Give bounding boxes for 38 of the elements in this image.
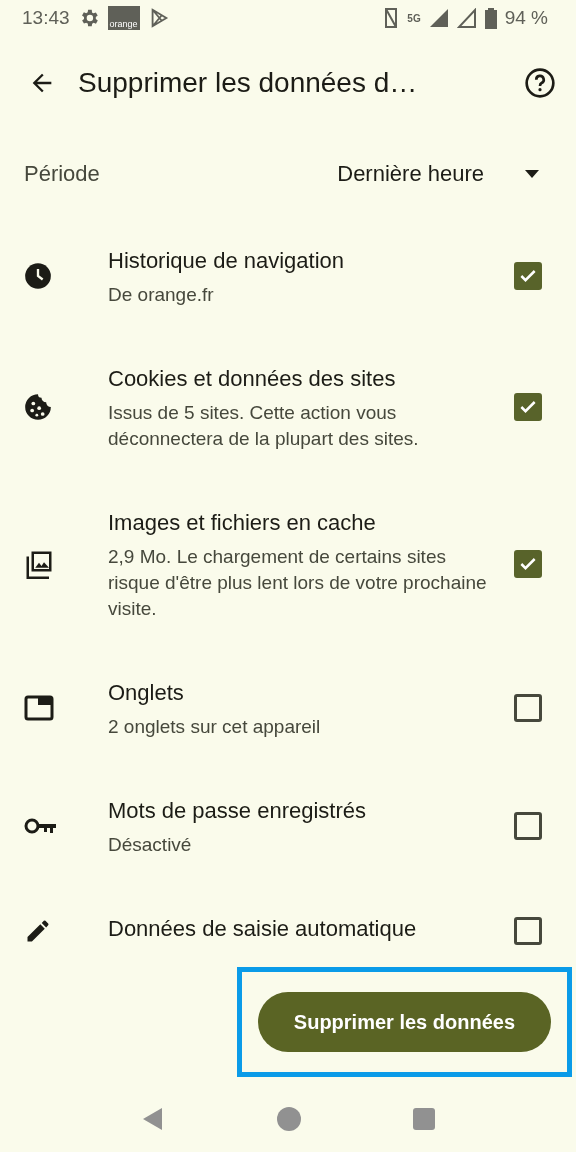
nfc-icon xyxy=(383,7,400,29)
checkbox[interactable] xyxy=(514,393,542,421)
signal-icon xyxy=(456,8,477,28)
option-description: De orange.fr xyxy=(108,283,215,307)
tab-icon xyxy=(24,695,54,721)
option-title: Mots de passe enregistrés xyxy=(108,797,368,825)
option-title: Historique de navigation xyxy=(108,247,346,275)
option-description: 2 onglets sur cet appareil xyxy=(108,715,322,739)
carrier-logo: orange xyxy=(107,6,140,30)
option-title: Images et fichiers en cache xyxy=(108,509,377,537)
page-title: Supprimer les données d… xyxy=(78,67,419,99)
period-dropdown[interactable]: Dernière heure xyxy=(337,156,540,191)
help-icon xyxy=(524,67,556,99)
option-title: Cookies et données des sites xyxy=(108,365,397,393)
option-title: Onglets xyxy=(108,679,185,707)
option-description: Désactivé xyxy=(108,833,193,857)
images-icon xyxy=(24,549,54,579)
delete-data-button[interactable]: Supprimer les données xyxy=(257,992,551,1052)
checkbox[interactable] xyxy=(514,694,542,722)
option-description: 2,9 Mo. Le chargement de certains sites risque d'être plus lent lors de votre prochaine visite. xyxy=(108,545,488,621)
recents-nav-icon[interactable] xyxy=(412,1107,436,1131)
key-icon xyxy=(24,816,58,836)
option-description: Issus de 5 sites. Cette action vous déconnectera de la plupart des sites. xyxy=(108,401,420,451)
home-nav-icon[interactable] xyxy=(276,1106,302,1132)
network-label: 5G xyxy=(407,12,421,24)
checkbox[interactable] xyxy=(514,812,542,840)
dropdown-caret-icon xyxy=(524,168,540,179)
option-title: Données de saisie automatique xyxy=(108,915,418,943)
checkbox[interactable] xyxy=(514,917,542,945)
clock-icon xyxy=(24,262,52,290)
period-label: Période xyxy=(24,160,100,187)
status-time: 13:43 xyxy=(22,7,70,29)
battery-percent: 94 % xyxy=(504,7,548,29)
signal-icon xyxy=(428,8,449,28)
checkbox[interactable] xyxy=(514,262,542,290)
battery-icon xyxy=(484,7,497,29)
cookie-icon xyxy=(24,393,52,421)
checkbox[interactable] xyxy=(514,550,542,578)
